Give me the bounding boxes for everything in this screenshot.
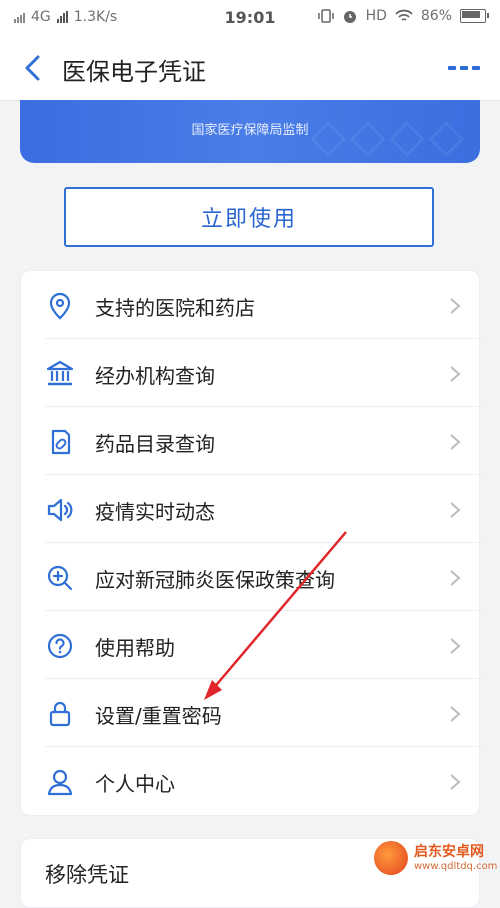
battery-percent: 86% (420, 8, 452, 24)
user-icon (47, 769, 73, 796)
use-now-button[interactable]: 立即使用 (64, 187, 434, 247)
location-pin-icon (49, 292, 71, 320)
more-dot-icon (448, 66, 456, 70)
menu-item-agencies[interactable]: 经办机构查询 (21, 339, 481, 407)
menu-item-label: 个人中心 (95, 772, 175, 796)
hd-label: HD (365, 8, 387, 24)
chevron-right-icon (450, 298, 461, 314)
more-dot-icon (460, 66, 468, 70)
medicine-catalog-icon (51, 429, 71, 455)
chevron-right-icon (450, 774, 461, 790)
bank-building-icon (46, 360, 74, 386)
site-watermark-logo: 启东安卓网 www.qdltdq.com (374, 835, 497, 881)
vibrate-icon (317, 9, 334, 23)
menu-item-label: 应对新冠肺炎医保政策查询 (95, 568, 335, 592)
menu-item-label: 药品目录查询 (95, 432, 215, 456)
chevron-right-icon (450, 570, 461, 586)
speaker-icon (47, 498, 73, 522)
question-circle-icon (47, 633, 73, 659)
menu-item-help[interactable]: 使用帮助 (21, 611, 481, 679)
menu-item-hospitals[interactable]: 支持的医院和药店 (21, 271, 481, 339)
logo-icon (374, 841, 408, 875)
menu-item-label: 设置/重置密码 (95, 704, 222, 728)
service-menu: 支持的医院和药店 经办机构查询 药品目录查询 疫情实时动态 应对新冠肺炎医保政策… (20, 270, 481, 816)
more-button[interactable] (448, 66, 480, 70)
menu-item-password[interactable]: 设置/重置密码 (21, 679, 481, 747)
status-right: HD 86% (317, 8, 489, 24)
battery-icon (460, 9, 489, 23)
menu-item-covid-policy[interactable]: 应对新冠肺炎医保政策查询 (21, 543, 481, 611)
chevron-right-icon (450, 366, 461, 382)
chevron-right-icon (450, 638, 461, 654)
back-button[interactable] (18, 52, 50, 84)
menu-item-label: 疫情实时动态 (95, 500, 215, 524)
chevron-right-icon (450, 706, 461, 722)
remove-credential-label: 移除凭证 (45, 863, 129, 887)
logo-text: 启东安卓网 (414, 844, 484, 860)
menu-item-label: 支持的医院和药店 (95, 296, 255, 320)
menu-item-label: 使用帮助 (95, 636, 175, 660)
menu-item-profile[interactable]: 个人中心 (21, 747, 481, 815)
zoom-plus-icon (47, 565, 73, 591)
chevron-left-icon (25, 55, 40, 81)
insurance-card: ◇◇◇◇ 国家医疗保障局监制 (20, 100, 480, 163)
supervision-text: 国家医疗保障局监制 (191, 123, 309, 138)
menu-item-label: 经办机构查询 (95, 364, 215, 388)
page-title: 医保电子凭证 (62, 58, 206, 86)
more-dot-icon (472, 66, 480, 70)
menu-item-drug-catalog[interactable]: 药品目录查询 (21, 407, 481, 475)
logo-url: www.qdltdq.com (414, 861, 498, 872)
lock-icon (49, 701, 71, 727)
status-bar: 4G 1.3K/s 19:01 HD 86% (0, 0, 500, 36)
menu-item-epidemic[interactable]: 疫情实时动态 (21, 475, 481, 543)
chevron-right-icon (450, 502, 461, 518)
chevron-right-icon (450, 434, 461, 450)
title-bar: 医保电子凭证 (0, 36, 500, 101)
wifi-icon (395, 9, 413, 21)
alarm-icon (343, 11, 356, 23)
